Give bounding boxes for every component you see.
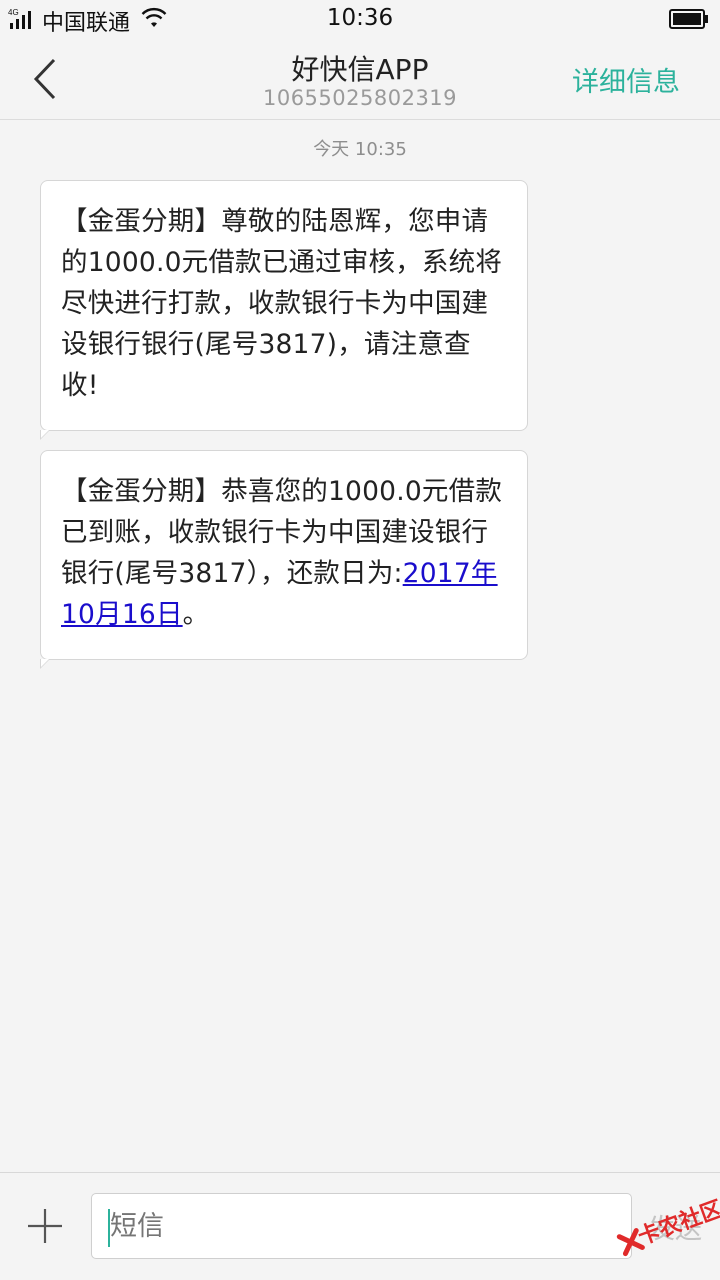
conversation-header: 好快信APP 10655025802319 详细信息 <box>0 38 720 120</box>
message-bubble[interactable]: 【金蛋分期】恭喜您的1000.0元借款已到账，收款银行卡为中国建设银行银行(尾号… <box>40 450 528 669</box>
message-timestamp: 今天 10:35 <box>313 139 407 160</box>
message-input[interactable] <box>91 1193 632 1259</box>
status-bar: 4G 中国联通 10:36 <box>0 0 720 38</box>
plus-icon <box>28 1209 62 1243</box>
clock: 10:36 <box>326 5 394 31</box>
details-button[interactable]: 详细信息 <box>572 60 680 99</box>
attach-button[interactable] <box>26 1207 64 1245</box>
battery-icon <box>669 9 708 29</box>
message-text: 【金蛋分期】尊敬的陆恩辉，您申请的1000.0元借款已通过审核，系统将尽快进行打… <box>61 206 503 401</box>
message-bubble[interactable]: 【金蛋分期】尊敬的陆恩辉，您申请的1000.0元借款已通过审核，系统将尽快进行打… <box>40 180 528 440</box>
message-text-end: 。 <box>182 599 210 630</box>
text-cursor <box>108 1209 110 1247</box>
